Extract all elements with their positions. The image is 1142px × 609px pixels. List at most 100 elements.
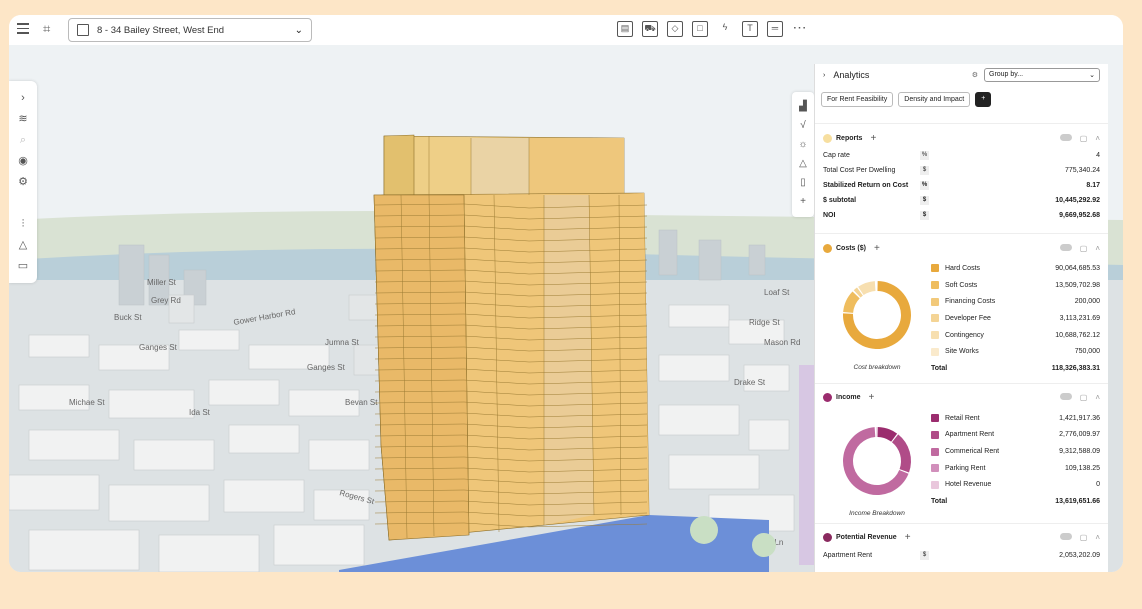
copy-icon[interactable]: ▢ <box>1080 533 1088 542</box>
potential-revenue-section-header[interactable]: Potential Revenue + ▢ ˄ <box>815 530 1108 546</box>
copy-icon[interactable]: ▢ <box>1080 244 1088 253</box>
row-label: Total Cost Per Dwelling <box>823 167 896 174</box>
section-controls: ▢ ˄ <box>1059 133 1100 143</box>
legend-item: Apartment Rent 2,776,009.97 <box>931 427 1100 444</box>
more-icon[interactable]: ⋯ <box>792 20 808 37</box>
triangle-icon[interactable]: △ <box>797 158 809 170</box>
settings-icon[interactable]: ⚙ <box>16 175 30 189</box>
legend-item: Parking Rent 109,138.25 <box>931 460 1100 477</box>
donut-slice <box>877 426 898 442</box>
chevron-down-icon: ⌄ <box>1089 72 1095 79</box>
street-label: Ganges St <box>307 363 346 372</box>
table-row: Apartment Rent $2,053,202.09 <box>815 548 1108 563</box>
brand-logo-icon[interactable]: ⌗ <box>43 21 50 37</box>
legend-label: Hotel Revenue <box>945 481 992 489</box>
toggle-switch[interactable] <box>1059 243 1072 251</box>
legend-value: 1,421,917.36 <box>1059 414 1100 422</box>
row-label: NOI <box>823 212 836 219</box>
cube-icon[interactable]: ◇ <box>667 21 683 37</box>
address-selector[interactable]: 8 - 34 Bailey Street, West End ⌄ <box>68 18 312 42</box>
text-icon[interactable]: T <box>742 21 758 37</box>
toggle-switch[interactable] <box>1059 133 1072 141</box>
row-label: Cap rate <box>823 152 850 159</box>
total-value: 13,619,651.66 <box>1055 498 1100 506</box>
camera-icon[interactable]: ◉ <box>16 154 30 168</box>
group-by-value: Group by... <box>989 71 1024 78</box>
chip-for-rent-feasibility[interactable]: For Rent Feasibility <box>821 92 894 107</box>
expand-chevron-icon[interactable]: › <box>16 91 30 105</box>
truck-icon[interactable]: ⛟ <box>642 21 658 37</box>
legend-swatch <box>931 430 939 439</box>
add-icon[interactable]: + <box>869 392 875 403</box>
hamburger-menu-icon[interactable] <box>17 23 29 35</box>
unit-badge: % <box>920 181 929 190</box>
shapes-icon[interactable]: △ <box>16 238 30 252</box>
legend-label: Developer Fee <box>945 314 991 322</box>
copy-icon[interactable]: ▢ <box>1080 134 1088 143</box>
search-icon[interactable]: ⌕ <box>16 133 30 147</box>
income-section-header[interactable]: Income + ▢ ˄ <box>815 390 1108 406</box>
chart-icon[interactable]: ▟ <box>797 101 809 113</box>
legend-label: Apartment Rent <box>945 431 995 439</box>
book-icon[interactable]: ▭ <box>16 259 30 273</box>
street-label: Ida St <box>189 408 211 417</box>
potential-color-dot <box>823 533 832 543</box>
legend-item: Retail Rent 1,421,917.36 <box>931 410 1100 427</box>
legend-value: 10,688,762.12 <box>1055 331 1100 339</box>
building-icon[interactable]: ▤ <box>617 21 633 37</box>
formula-icon[interactable]: √ <box>797 120 809 132</box>
donut-slice <box>843 281 911 349</box>
layers-icon[interactable]: ≋ <box>16 112 30 126</box>
reports-section-header[interactable]: Reports + ▢ ˄ <box>815 130 1108 146</box>
legend-value: 109,138.25 <box>1064 464 1100 472</box>
street-label: Bevan St <box>345 398 378 407</box>
legend-value: 3,113,231.69 <box>1059 314 1100 322</box>
collapse-chevron-icon[interactable]: › <box>823 72 825 79</box>
panel-header: › Analytics ⚙ Group by... ⌄ <box>815 64 1108 86</box>
potential-table: Apartment Rent $2,053,202.09 <box>815 548 1108 563</box>
tower-model[interactable] <box>373 134 650 541</box>
costs-chart-block: Cost breakdown Hard Costs 90,064,685.53 So… <box>815 260 1108 377</box>
total-label: Total <box>931 498 948 506</box>
sun-icon[interactable]: ☼ <box>797 139 809 151</box>
toggle-switch[interactable] <box>1059 393 1072 401</box>
legend-label: Commerical Rent <box>945 448 1000 456</box>
legend-label: Parking Rent <box>945 464 986 472</box>
row-value: 9,669,952.68 <box>1059 212 1100 219</box>
frame-icon[interactable]: □ <box>692 21 708 37</box>
costs-section-header[interactable]: Costs ($) + ▢ ˄ <box>815 240 1108 256</box>
add-icon[interactable]: + <box>905 532 911 543</box>
toggle-switch[interactable] <box>1059 533 1072 541</box>
costs-donut-chart <box>843 281 911 349</box>
legend-swatch <box>931 347 939 356</box>
unit-badge: $ <box>920 166 929 175</box>
legend-swatch <box>931 314 939 323</box>
document-icon[interactable]: ▯ <box>797 177 809 189</box>
chevron-up-icon[interactable]: ˄ <box>1095 244 1100 253</box>
costs-title: Costs ($) <box>836 244 866 252</box>
legend-label: Retail Rent <box>945 414 980 422</box>
chevron-up-icon[interactable]: ˄ <box>1095 134 1100 143</box>
legend-label: Hard Costs <box>945 264 981 272</box>
add-chip-button[interactable]: + <box>975 92 992 107</box>
add-icon[interactable]: + <box>797 196 809 208</box>
add-icon[interactable]: + <box>874 243 880 254</box>
ruler-icon[interactable]: ═ <box>767 21 783 37</box>
bolt-icon[interactable]: ϟ <box>717 21 733 37</box>
settings-icon[interactable]: ⚙ <box>972 71 978 79</box>
street-label: Drake St <box>734 378 766 387</box>
chevron-up-icon[interactable]: ˄ <box>1095 393 1100 402</box>
legend-item: Financing Costs 200,000 <box>931 293 1100 310</box>
reports-color-dot <box>823 133 832 143</box>
donut-slice <box>891 434 911 473</box>
group-by-select[interactable]: Group by... ⌄ <box>984 68 1100 82</box>
donut-slice <box>875 426 877 437</box>
sliders-icon[interactable]: ⫶ <box>16 217 30 231</box>
chevron-up-icon[interactable]: ˄ <box>1095 533 1100 542</box>
copy-icon[interactable]: ▢ <box>1080 393 1088 402</box>
unit-badge: $ <box>920 211 929 220</box>
chip-density-impact[interactable]: Density and Impact <box>898 92 971 107</box>
street-label: Loaf St <box>764 288 790 297</box>
add-icon[interactable]: + <box>870 133 876 144</box>
legend-label: Soft Costs <box>945 281 978 289</box>
